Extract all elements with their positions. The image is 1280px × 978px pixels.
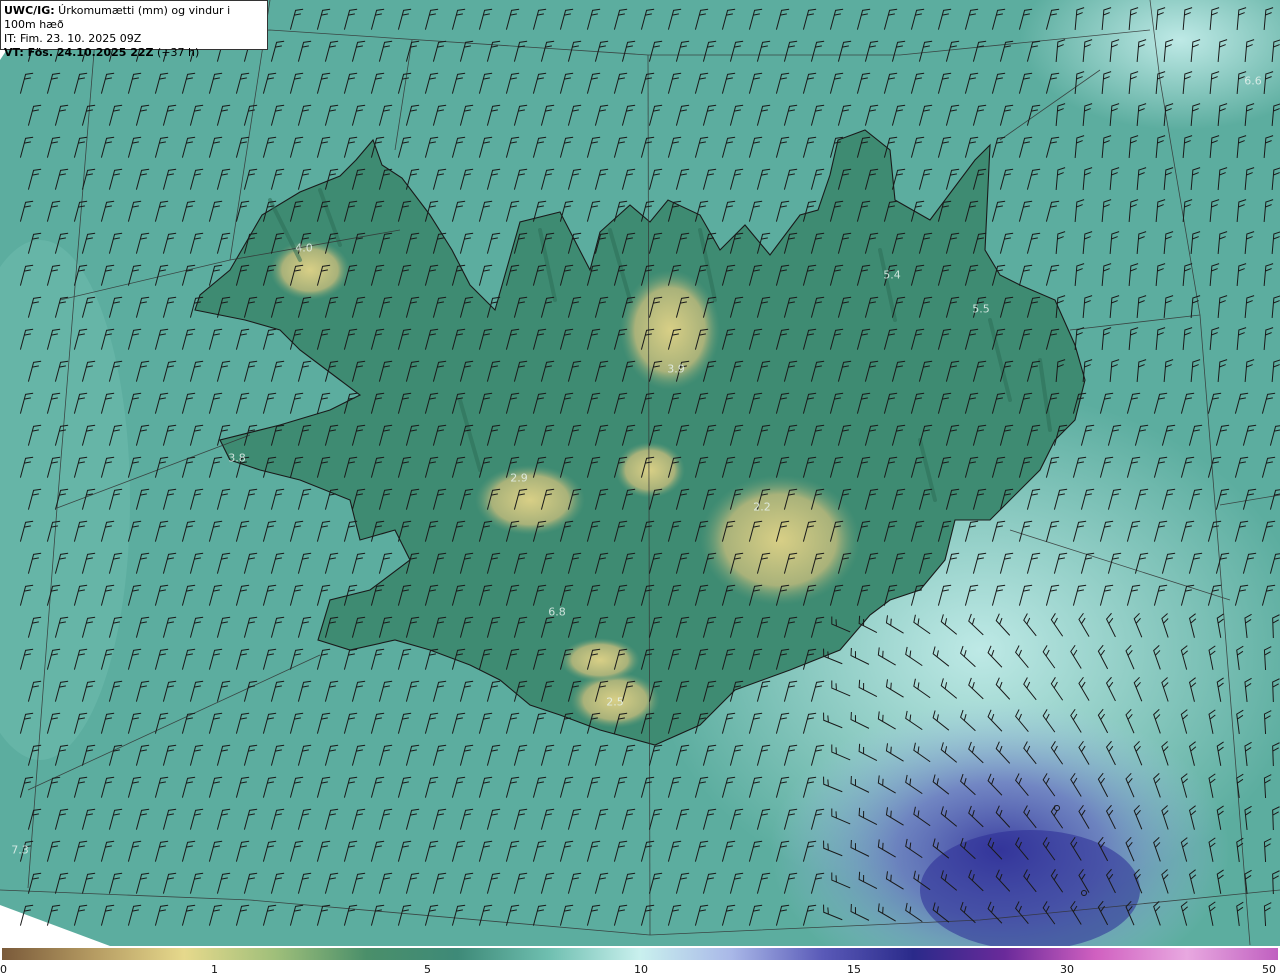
legend-tick-label: 30 bbox=[1060, 963, 1074, 976]
precip-value-label: 2.9 bbox=[510, 471, 528, 485]
legend-tick-label: 50 bbox=[1262, 963, 1276, 976]
legend-tick-label: 1 bbox=[211, 963, 218, 976]
info-valid-time: VT: Fös. 24.10.2025 22Z (+37 h) bbox=[4, 46, 200, 59]
precip-value-label: 5.5 bbox=[972, 302, 990, 316]
precip-value-label: 2.2 bbox=[753, 500, 771, 514]
precip-value-label: 7.3 bbox=[11, 843, 29, 857]
legend-colorbar bbox=[2, 948, 1278, 960]
precip-value-label: 2.5 bbox=[606, 695, 624, 709]
precip-value-label: 6.8 bbox=[548, 605, 566, 619]
legend-tick-label: 0 bbox=[0, 963, 7, 976]
precip-value-label: 4.0 bbox=[295, 241, 313, 255]
info-initial-time: IT: Fim. 23. 10. 2025 09Z bbox=[4, 32, 142, 45]
precip-value-label: 3.9 bbox=[667, 362, 685, 376]
info-box: UWC/IG: Úrkomumætti (mm) og vindur i 100… bbox=[0, 0, 268, 59]
legend-tick-label: 5 bbox=[424, 963, 431, 976]
precip-value-label: 6.6 bbox=[1244, 74, 1262, 88]
precip-value-label: 5.4 bbox=[883, 268, 901, 282]
color-legend: 0 1 5 10 15 30 50 bbox=[0, 947, 1280, 978]
precipitation-map-canvas bbox=[0, 0, 1280, 946]
legend-tick-label: 15 bbox=[847, 963, 861, 976]
legend-gradient bbox=[2, 948, 1278, 960]
info-title: UWC/IG: Úrkomumætti (mm) og vindur i 100… bbox=[4, 4, 231, 31]
legend-tick-label: 10 bbox=[634, 963, 648, 976]
precip-value-label: 3.8 bbox=[228, 451, 246, 465]
